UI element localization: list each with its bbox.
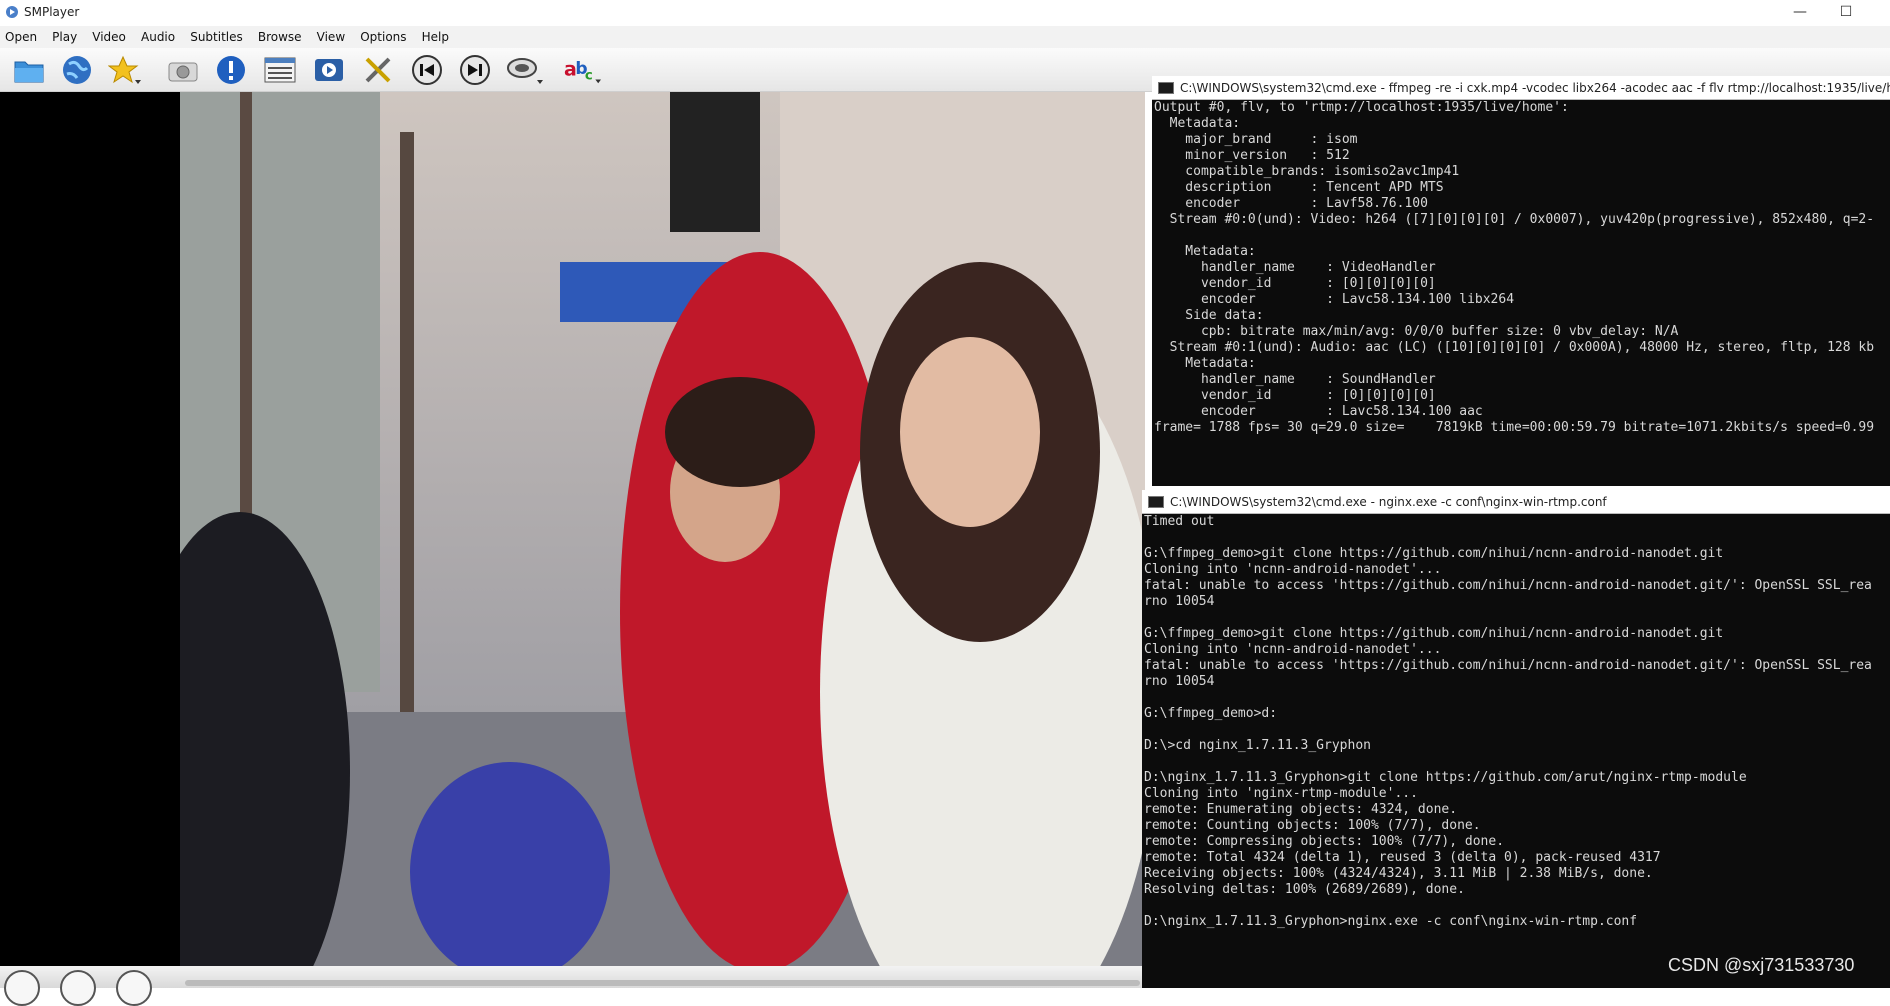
video-display[interactable] bbox=[0, 92, 1145, 966]
globe-icon[interactable] bbox=[58, 51, 96, 89]
console-title: C:\WINDOWS\system32\cmd.exe - nginx.exe … bbox=[1170, 495, 1607, 509]
console-line: Cloning into 'ncnn-android-nanodet'... bbox=[1144, 562, 1442, 577]
console-line: minor_version : 512 bbox=[1154, 148, 1350, 163]
next-icon[interactable] bbox=[456, 51, 494, 89]
console-line: G:\ffmpeg_demo>git clone https://github.… bbox=[1144, 626, 1724, 641]
watermark-text: CSDN @sxj731533730 bbox=[1668, 955, 1855, 975]
menu-browse[interactable]: Browse bbox=[253, 26, 307, 44]
console-line: encoder : Lavf58.76.100 bbox=[1154, 196, 1428, 211]
console-line: Cloning into 'ncnn-android-nanodet'... bbox=[1144, 642, 1442, 657]
console-line: encoder : Lavc58.134.100 aac bbox=[1154, 404, 1483, 419]
open-folder-icon[interactable] bbox=[10, 51, 48, 89]
console-title: C:\WINDOWS\system32\cmd.exe - ffmpeg -re… bbox=[1180, 81, 1890, 95]
preferences-tools-icon[interactable] bbox=[359, 51, 397, 89]
console-line: Stream #0:0(und): Video: h264 ([7][0][0]… bbox=[1154, 212, 1875, 227]
console-line: Metadata: bbox=[1154, 244, 1256, 259]
console-line: Receiving objects: 100% (4324/4324), 3.1… bbox=[1144, 866, 1653, 881]
console-line: G:\ffmpeg_demo>d: bbox=[1144, 706, 1278, 721]
console-line: fatal: unable to access 'https://github.… bbox=[1144, 578, 1872, 593]
menu-view[interactable]: View bbox=[312, 26, 350, 44]
console-line: rno 10054 bbox=[1144, 674, 1215, 689]
video-frame bbox=[180, 92, 1145, 966]
console-line: D:\nginx_1.7.11.3_Gryphon>git clone http… bbox=[1144, 770, 1747, 785]
minimize-button[interactable]: — bbox=[1780, 2, 1820, 22]
console-line: handler_name : SoundHandler bbox=[1154, 372, 1436, 387]
svg-text:c: c bbox=[585, 69, 593, 84]
nginx-console-window[interactable]: C:\WINDOWS\system32\cmd.exe - nginx.exe … bbox=[1142, 490, 1890, 988]
console-line: fatal: unable to access 'https://github.… bbox=[1144, 658, 1872, 673]
console-line: cpb: bitrate max/min/avg: 0/0/0 buffer s… bbox=[1154, 324, 1679, 339]
smplayer-titlebar: SMPlayer — ☐ bbox=[0, 0, 1890, 26]
menu-video[interactable]: Video bbox=[87, 26, 131, 44]
console-output: Timed out G:\ffmpeg_demo>git clone https… bbox=[1142, 514, 1890, 930]
cmd-icon bbox=[1158, 82, 1174, 94]
console-line: Side data: bbox=[1154, 308, 1264, 323]
menu-bar: Open Play Video Audio Subtitles Browse V… bbox=[0, 26, 1890, 48]
maximize-button[interactable]: ☐ bbox=[1826, 2, 1866, 22]
console-line: compatible_brands: isomiso2avc1mp41 bbox=[1154, 164, 1460, 179]
screenshot-camera-icon[interactable] bbox=[164, 51, 202, 89]
console-line: rno 10054 bbox=[1144, 594, 1215, 609]
console-line: major_brand : isom bbox=[1154, 132, 1358, 147]
console-line: G:\ffmpeg_demo>git clone https://github.… bbox=[1144, 546, 1724, 561]
rewind-button[interactable] bbox=[116, 970, 152, 1006]
console-line: Stream #0:1(und): Audio: aac (LC) ([10][… bbox=[1154, 340, 1875, 355]
seek-slider[interactable] bbox=[185, 980, 1140, 986]
info-icon[interactable] bbox=[212, 51, 250, 89]
ffmpeg-console-window[interactable]: C:\WINDOWS\system32\cmd.exe - ffmpeg -re… bbox=[1152, 76, 1890, 486]
console-line: Output #0, flv, to 'rtmp://localhost:193… bbox=[1154, 100, 1569, 115]
window-title: SMPlayer bbox=[24, 5, 80, 19]
menu-audio[interactable]: Audio bbox=[136, 26, 180, 44]
console-line: D:\nginx_1.7.11.3_Gryphon>nginx.exe -c c… bbox=[1144, 914, 1638, 929]
console-line: encoder : Lavc58.134.100 libx264 bbox=[1154, 292, 1515, 307]
previous-icon[interactable] bbox=[408, 51, 446, 89]
playlist-icon[interactable] bbox=[261, 51, 299, 89]
menu-open[interactable]: Open bbox=[0, 26, 42, 44]
console-line: Timed out bbox=[1144, 514, 1215, 529]
favorites-star-icon[interactable] bbox=[106, 51, 144, 89]
console-line: remote: Compressing objects: 100% (7/7),… bbox=[1144, 834, 1505, 849]
stop-button[interactable] bbox=[60, 970, 96, 1006]
console-line: handler_name : VideoHandler bbox=[1154, 260, 1436, 275]
console-line: Resolving deltas: 100% (2689/2689), done… bbox=[1144, 882, 1465, 897]
console-line: frame= 1788 fps= 30 q=29.0 size= 7819kB … bbox=[1154, 420, 1875, 435]
console-line: remote: Total 4324 (delta 1), reused 3 (… bbox=[1144, 850, 1661, 865]
console-output: Output #0, flv, to 'rtmp://localhost:193… bbox=[1152, 100, 1890, 436]
audio-track-icon[interactable] bbox=[506, 51, 544, 89]
console-line: D:\>cd nginx_1.7.11.3_Gryphon bbox=[1144, 738, 1371, 753]
console-line: Metadata: bbox=[1154, 356, 1256, 371]
console-line: remote: Enumerating objects: 4324, done. bbox=[1144, 802, 1458, 817]
play-button[interactable] bbox=[4, 970, 40, 1006]
cmd-icon bbox=[1148, 496, 1164, 508]
console-titlebar[interactable]: C:\WINDOWS\system32\cmd.exe - nginx.exe … bbox=[1142, 490, 1890, 514]
menu-options[interactable]: Options bbox=[355, 26, 411, 44]
console-line: vendor_id : [0][0][0][0] bbox=[1154, 276, 1436, 291]
subtitle-icon[interactable]: abc bbox=[564, 51, 602, 89]
playback-controls bbox=[0, 966, 1145, 1006]
console-line: Metadata: bbox=[1154, 116, 1241, 131]
console-line: Cloning into 'nginx-rtmp-module'... bbox=[1144, 786, 1418, 801]
console-line: vendor_id : [0][0][0][0] bbox=[1154, 388, 1436, 403]
menu-help[interactable]: Help bbox=[417, 26, 454, 44]
smplayer-app-icon bbox=[6, 6, 18, 18]
menu-subtitles[interactable]: Subtitles bbox=[185, 26, 248, 44]
menu-play[interactable]: Play bbox=[47, 26, 82, 44]
console-line: remote: Counting objects: 100% (7/7), do… bbox=[1144, 818, 1481, 833]
console-titlebar[interactable]: C:\WINDOWS\system32\cmd.exe - ffmpeg -re… bbox=[1152, 76, 1890, 100]
video-equalizer-icon[interactable] bbox=[310, 51, 348, 89]
console-line: description : Tencent APD MTS bbox=[1154, 180, 1444, 195]
